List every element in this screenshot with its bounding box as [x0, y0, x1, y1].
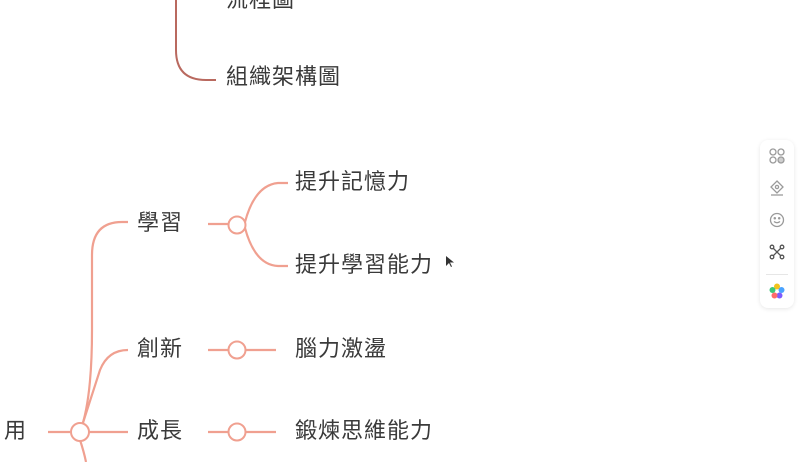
collapse-toggle-innovation[interactable]	[227, 340, 247, 360]
mindmap-canvas	[48, 0, 288, 462]
connector-root-learning	[78, 220, 128, 433]
side-toolbar	[760, 140, 794, 308]
node-learning-ability[interactable]: 提升學習能力	[295, 253, 433, 279]
connector-learning-ability	[243, 227, 288, 268]
style-icon[interactable]	[765, 176, 789, 200]
structure-icon[interactable]	[765, 240, 789, 264]
connector-root-down	[78, 439, 88, 462]
node-org-chart[interactable]: 組織架構圖	[226, 65, 341, 91]
layout-icon[interactable]	[765, 144, 789, 168]
emoji-icon[interactable]	[765, 208, 789, 232]
node-brainstorm[interactable]: 腦力激盪	[295, 337, 387, 363]
node-learning[interactable]: 學習	[137, 211, 183, 237]
color-theme-icon[interactable]	[765, 279, 789, 303]
mouse-cursor	[446, 256, 454, 267]
connector-org-chart	[175, 0, 216, 81]
node-growth[interactable]: 成長	[137, 419, 183, 445]
node-innovation[interactable]: 創新	[137, 337, 183, 363]
connector-memory	[243, 181, 288, 223]
node-memory[interactable]: 提升記憶力	[295, 170, 410, 196]
node-root-partial[interactable]: 用	[4, 419, 27, 445]
node-flowchart[interactable]: 流程圖	[226, 0, 295, 14]
toolbar-divider	[766, 274, 788, 275]
collapse-toggle-learning[interactable]	[227, 215, 247, 235]
collapse-toggle-growth[interactable]	[227, 422, 247, 442]
connector-root-innovation	[78, 348, 129, 433]
node-thinking[interactable]: 鍛煉思維能力	[295, 419, 433, 445]
collapse-toggle-root[interactable]	[70, 422, 90, 442]
